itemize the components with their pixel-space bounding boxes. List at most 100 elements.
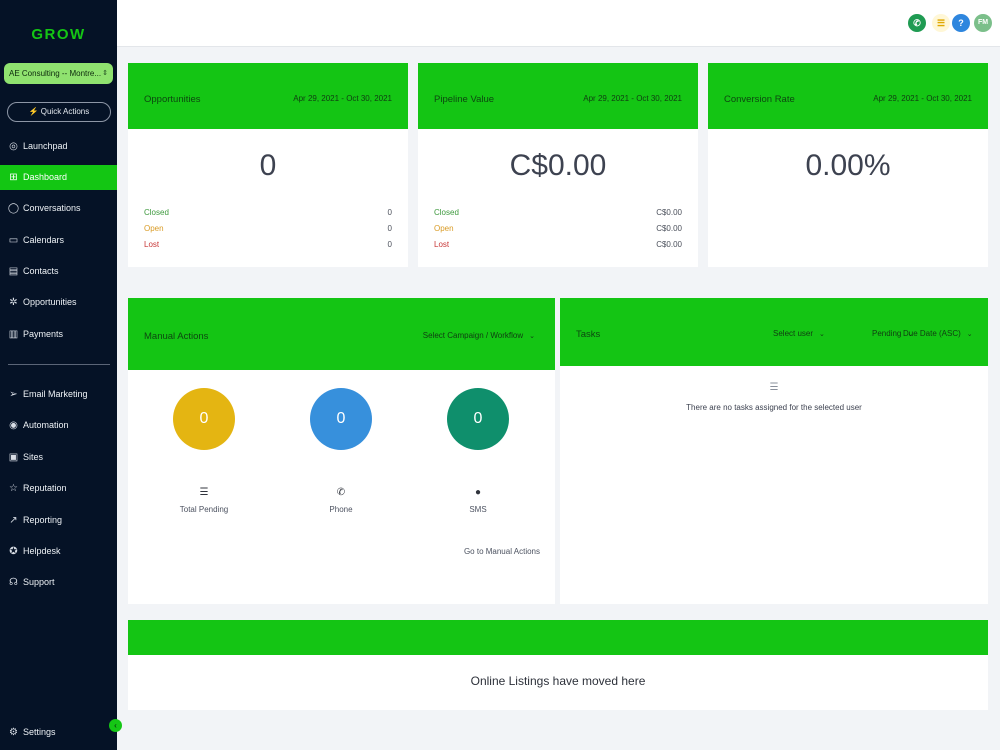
- stat-label: Open: [144, 224, 164, 233]
- sidebar-item-label: Calendars: [23, 235, 65, 245]
- stat-row-closed: Closed 0: [144, 208, 392, 222]
- stat-value: 0: [387, 240, 392, 249]
- sidebar-item-automation[interactable]: ◉ Automation: [0, 413, 117, 438]
- sidebar-item-label: Opportunities: [23, 297, 77, 307]
- stat-label: Closed: [434, 208, 459, 217]
- card-header: Tasks Select user ⌄ Pending ⌄ Due Date (AS…: [560, 298, 988, 366]
- stat-value: C$0.00: [656, 208, 682, 217]
- quick-actions-button[interactable]: ⚡ Quick Actions: [7, 102, 111, 122]
- card-title: Opportunities: [144, 94, 201, 105]
- sidebar-collapse-button[interactable]: ‹: [109, 719, 122, 732]
- help-icon[interactable]: ?: [952, 14, 970, 32]
- grid-icon: ⊞: [9, 172, 18, 183]
- helpdesk-icon: ✪: [9, 546, 18, 557]
- campaign-select[interactable]: Select Campaign / Workflow ⌄: [423, 331, 535, 340]
- pipeline-value-card: Pipeline Value Apr 29, 2021 - Oct 30, 20…: [418, 63, 698, 267]
- send-icon: ➢: [9, 389, 18, 400]
- card-title: Manual Actions: [144, 331, 209, 342]
- opportunities-icon: ✲: [9, 297, 18, 308]
- sms-circle[interactable]: 0: [447, 388, 509, 450]
- sort-select-label: Due Date (ASC): [903, 329, 961, 338]
- phone-circle[interactable]: 0: [310, 388, 372, 450]
- contacts-icon: ▤: [8, 266, 19, 277]
- card-header: [128, 620, 988, 655]
- phone-icon[interactable]: ✆: [908, 14, 926, 32]
- sidebar-item-opportunities[interactable]: ✲ Opportunities: [0, 290, 117, 315]
- sidebar-item-label: Launchpad: [23, 141, 68, 151]
- sidebar-item-label: Helpdesk: [23, 546, 61, 556]
- card-title: Pipeline Value: [434, 94, 495, 105]
- sidebar-item-contacts[interactable]: ▤ Contacts: [0, 259, 117, 284]
- date-range[interactable]: Apr 29, 2021 - Oct 30, 2021: [293, 94, 392, 103]
- sidebar-item-label: Sites: [23, 452, 44, 462]
- sidebar-item-label: Automation: [23, 420, 69, 430]
- account-name: AE Consulting -- Montre...: [9, 69, 102, 78]
- list-icon: ☰: [199, 487, 209, 498]
- automation-icon: ◉: [9, 420, 18, 431]
- stat-value: C$0.00: [656, 240, 682, 249]
- opportunities-value: 0: [259, 149, 277, 182]
- sidebar-item-dashboard[interactable]: ⊞ Dashboard: [0, 165, 117, 190]
- date-range[interactable]: Apr 29, 2021 - Oct 30, 2021: [583, 94, 682, 103]
- sidebar-item-sites[interactable]: ▣ Sites: [0, 445, 117, 470]
- user-select[interactable]: Select user ⌄: [773, 329, 825, 338]
- chevron-down-icon: ⌄: [819, 331, 825, 338]
- stat-row-closed: Closed C$0.00: [434, 208, 682, 222]
- sidebar-item-helpdesk[interactable]: ✪ Helpdesk: [0, 539, 117, 564]
- sidebar: GROW AE Consulting -- Montre... ⇕ ⚡ Quick…: [0, 0, 117, 750]
- sidebar-item-support[interactable]: ☊ Support: [0, 570, 117, 595]
- campaign-select-label: Select Campaign / Workflow: [422, 331, 524, 340]
- opportunities-card: Opportunities Apr 29, 2021 - Oct 30, 202…: [128, 63, 408, 267]
- sidebar-item-label: Contacts: [23, 266, 59, 276]
- sidebar-item-payments[interactable]: ▥ Payments: [0, 322, 117, 347]
- calendar-icon: ▭: [8, 235, 19, 246]
- go-to-manual-actions-link[interactable]: Go to Manual Actions: [464, 547, 540, 556]
- sort-select[interactable]: Due Date (ASC) ⌄: [903, 329, 973, 338]
- sidebar-item-email-marketing[interactable]: ➢ Email Marketing: [0, 382, 117, 407]
- stat-row-lost: Lost C$0.00: [434, 240, 682, 254]
- sidebar-item-settings[interactable]: ⚙ Settings: [0, 720, 117, 745]
- trend-icon: ↗: [9, 515, 18, 526]
- user-select-label: Select user: [773, 329, 814, 338]
- sidebar-item-launchpad[interactable]: ◎ Launchpad: [0, 134, 117, 159]
- sms-label: SMS: [469, 505, 487, 514]
- account-switcher[interactable]: AE Consulting -- Montre... ⇕: [4, 63, 113, 84]
- chevron-down-icon: ⌄: [529, 333, 535, 340]
- manual-actions-card: Manual Actions Select Campaign / Workflo…: [128, 298, 555, 604]
- sidebar-item-reporting[interactable]: ↗ Reporting: [0, 508, 117, 533]
- stat-row-open: Open C$0.00: [434, 224, 682, 238]
- phone-label: Phone: [329, 505, 353, 514]
- sidebar-item-label: Settings: [23, 727, 56, 737]
- task-list-icon: ☰: [769, 382, 779, 393]
- online-listings-message: Online Listings have moved here: [470, 674, 646, 688]
- headset-icon: ☊: [9, 577, 18, 588]
- card-header: Opportunities Apr 29, 2021 - Oct 30, 202…: [128, 63, 408, 129]
- sidebar-item-reputation[interactable]: ☆ Reputation: [0, 476, 117, 501]
- chat-icon: ◯: [7, 203, 20, 214]
- stat-row-open: Open 0: [144, 224, 392, 238]
- date-range[interactable]: Apr 29, 2021 - Oct 30, 2021: [873, 94, 972, 103]
- bolt-icon: ⚡: [28, 107, 39, 116]
- card-header: Manual Actions Select Campaign / Workflo…: [128, 298, 555, 370]
- card-title: Conversion Rate: [724, 94, 795, 105]
- total-pending-circle[interactable]: 0: [173, 388, 235, 450]
- grow-logo[interactable]: GROW: [0, 26, 117, 43]
- sidebar-item-label: Support: [23, 577, 55, 587]
- sidebar-item-conversations[interactable]: ◯ Conversations: [0, 196, 117, 221]
- total-pending-label: Total Pending: [179, 505, 229, 514]
- updown-caret-icon: ⇕: [102, 70, 108, 77]
- notification-icon[interactable]: ☰: [932, 14, 950, 32]
- avatar[interactable]: FM: [974, 14, 992, 32]
- stat-value: 0: [387, 224, 392, 233]
- conversion-value: 0.00%: [805, 149, 891, 182]
- rocket-icon: ◎: [9, 141, 18, 152]
- sidebar-item-calendars[interactable]: ▭ Calendars: [0, 228, 117, 253]
- sidebar-item-label: Dashboard: [23, 172, 68, 182]
- stat-value: C$0.00: [656, 224, 682, 233]
- status-select-label: Pending: [872, 329, 902, 338]
- gear-icon: ⚙: [9, 727, 18, 738]
- sidebar-item-label: Conversations: [23, 203, 81, 213]
- stat-row-lost: Lost 0: [144, 240, 392, 254]
- sidebar-divider: [8, 364, 110, 365]
- top-bar: ✆ ☰ ? FM: [117, 0, 1000, 47]
